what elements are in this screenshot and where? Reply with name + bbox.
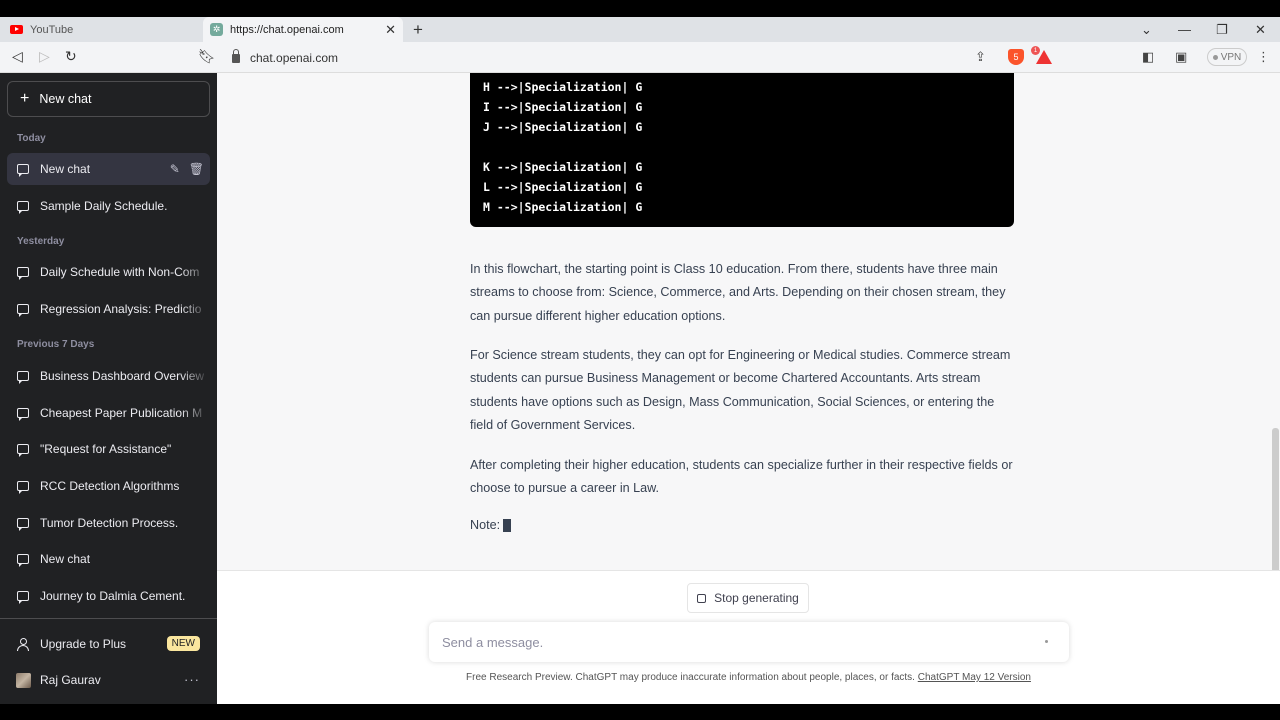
trash-icon[interactable]: 🗑︎ bbox=[189, 162, 204, 176]
address-bar[interactable]: chat.openai.com bbox=[222, 46, 1002, 69]
chat-main: H -->|Specialization| G I -->|Specializa… bbox=[217, 73, 1280, 704]
menu-icon[interactable]: ⋮ bbox=[1257, 49, 1270, 65]
version-link[interactable]: ChatGPT May 12 Version bbox=[918, 672, 1031, 683]
tab-search-icon[interactable]: ⌄ bbox=[1141, 17, 1152, 42]
code-block: H -->|Specialization| G I -->|Specializa… bbox=[470, 73, 1014, 227]
stop-generating-button[interactable]: Stop generating bbox=[687, 583, 809, 613]
chat-item[interactable]: Journey to Dalmia Cement. bbox=[7, 580, 210, 612]
bottom-letterbox bbox=[0, 704, 1280, 720]
close-tab-icon[interactable]: ✕ bbox=[385, 22, 396, 38]
browser-toolbar: ◁ ▷ ↻ 🔖︎ chat.openai.com ⇪ 5 1 ◧ ▣ VPN ⋮ bbox=[0, 42, 1280, 73]
new-badge: NEW bbox=[166, 636, 200, 651]
section-previous-7-days: Previous 7 Days bbox=[17, 339, 95, 350]
vpn-button[interactable]: VPN bbox=[1207, 48, 1247, 66]
chat-bubble-icon bbox=[17, 591, 29, 604]
brave-shields-icon[interactable]: 5 bbox=[1008, 49, 1024, 65]
typing-cursor bbox=[503, 518, 512, 532]
chat-item[interactable]: RCC Detection Algorithms bbox=[7, 470, 210, 502]
more-options-icon[interactable]: ··· bbox=[184, 672, 200, 687]
chat-bubble-icon bbox=[17, 444, 29, 457]
app-window: YouTube ✲ https://chat.openai.com ✕ + ⌄ … bbox=[0, 0, 1280, 720]
reload-icon[interactable]: ↻ bbox=[65, 48, 77, 65]
close-window-icon[interactable]: ✕ bbox=[1255, 17, 1266, 42]
chat-item[interactable]: Regression Analysis: Predictio bbox=[7, 293, 210, 325]
edit-icon[interactable]: ✎ bbox=[170, 162, 180, 176]
section-yesterday: Yesterday bbox=[17, 236, 65, 247]
new-chat-button[interactable]: + New chat bbox=[7, 81, 210, 117]
chat-item[interactable]: New chat bbox=[7, 543, 210, 575]
sidebar-toggle-icon[interactable]: ◧ bbox=[1142, 49, 1154, 65]
tab-title: https://chat.openai.com bbox=[230, 23, 344, 36]
answer-paragraph: In this flowchart, the starting point is… bbox=[470, 262, 1006, 323]
url-text: chat.openai.com bbox=[250, 50, 339, 65]
code-line: H -->|Specialization| G bbox=[483, 80, 643, 94]
chat-item[interactable]: Business Dashboard Overview bbox=[7, 360, 210, 392]
user-icon bbox=[17, 638, 29, 651]
tab-youtube[interactable]: YouTube bbox=[0, 17, 203, 42]
new-tab-button[interactable]: + bbox=[413, 17, 423, 42]
chatgpt-favicon-icon: ✲ bbox=[210, 23, 223, 36]
chat-item[interactable]: Daily Schedule with Non-Com bbox=[7, 256, 210, 288]
chat-bubble-icon bbox=[17, 304, 29, 317]
message-input[interactable] bbox=[429, 622, 1069, 662]
tab-title: YouTube bbox=[30, 23, 74, 36]
note-line: Note: bbox=[470, 518, 512, 532]
tab-strip: YouTube ✲ https://chat.openai.com ✕ + ⌄ … bbox=[0, 17, 1280, 42]
top-letterbox bbox=[0, 0, 1280, 17]
youtube-icon bbox=[10, 25, 23, 34]
code-line: M -->|Specialization| G bbox=[483, 200, 643, 214]
avatar bbox=[16, 672, 31, 688]
share-icon[interactable]: ⇪ bbox=[975, 49, 986, 65]
user-account-button[interactable]: Raj Gaurav ··· bbox=[7, 663, 210, 697]
chat-item[interactable]: Cheapest Paper Publication M bbox=[7, 397, 210, 429]
chat-bubble-icon bbox=[17, 408, 29, 421]
answer-paragraph: For Science stream students, they can op… bbox=[470, 348, 1011, 433]
lock-icon bbox=[232, 49, 240, 63]
code-line: I -->|Specialization| G bbox=[483, 100, 643, 114]
minimize-icon[interactable]: — bbox=[1178, 17, 1191, 42]
code-line: K -->|Specialization| G bbox=[483, 160, 643, 174]
section-today: Today bbox=[17, 133, 46, 144]
chat-item-new-chat-active[interactable]: New chat ✎ 🗑︎ bbox=[7, 153, 210, 185]
sidebar: + New chat Today New chat ✎ 🗑︎ Sample Da… bbox=[0, 73, 217, 704]
chat-bubble-icon bbox=[17, 554, 29, 567]
disclaimer: Free Research Preview. ChatGPT may produ… bbox=[466, 672, 1031, 683]
code-line: J -->|Specialization| G bbox=[483, 120, 643, 134]
bookmark-icon[interactable]: 🔖︎ bbox=[198, 48, 216, 65]
restore-icon[interactable]: ❐ bbox=[1216, 17, 1228, 42]
sidebar-footer: Upgrade to Plus NEW Raj Gaurav ··· bbox=[0, 618, 217, 688]
code-line: L -->|Specialization| G bbox=[483, 180, 643, 194]
forward-icon[interactable]: ▷ bbox=[39, 48, 50, 65]
chat-bubble-icon bbox=[17, 481, 29, 494]
chat-item[interactable]: Tumor Detection Process. bbox=[7, 507, 210, 539]
answer-paragraph: After completing their higher education,… bbox=[470, 458, 1013, 496]
back-icon[interactable]: ◁ bbox=[12, 48, 23, 65]
upgrade-to-plus-button[interactable]: Upgrade to Plus NEW bbox=[7, 627, 210, 661]
chat-item[interactable]: Sample Daily Schedule. bbox=[7, 190, 210, 222]
chat-bubble-icon bbox=[17, 518, 29, 531]
wallet-icon[interactable]: ▣ bbox=[1175, 49, 1187, 65]
chat-bubble-icon bbox=[17, 267, 29, 280]
tab-chatgpt[interactable]: ✲ https://chat.openai.com ✕ bbox=[203, 17, 403, 42]
chat-bubble-icon bbox=[17, 164, 29, 177]
chat-item[interactable]: "Request for Assistance" bbox=[7, 433, 210, 465]
chat-bubble-icon bbox=[17, 371, 29, 384]
user-name: Raj Gaurav bbox=[40, 673, 101, 687]
send-icon[interactable] bbox=[1045, 640, 1048, 643]
plus-icon: + bbox=[20, 90, 30, 107]
chat-bubble-icon bbox=[17, 201, 29, 214]
stop-icon bbox=[697, 593, 707, 603]
composer-area: Stop generating Free Research Preview. C… bbox=[217, 570, 1280, 704]
